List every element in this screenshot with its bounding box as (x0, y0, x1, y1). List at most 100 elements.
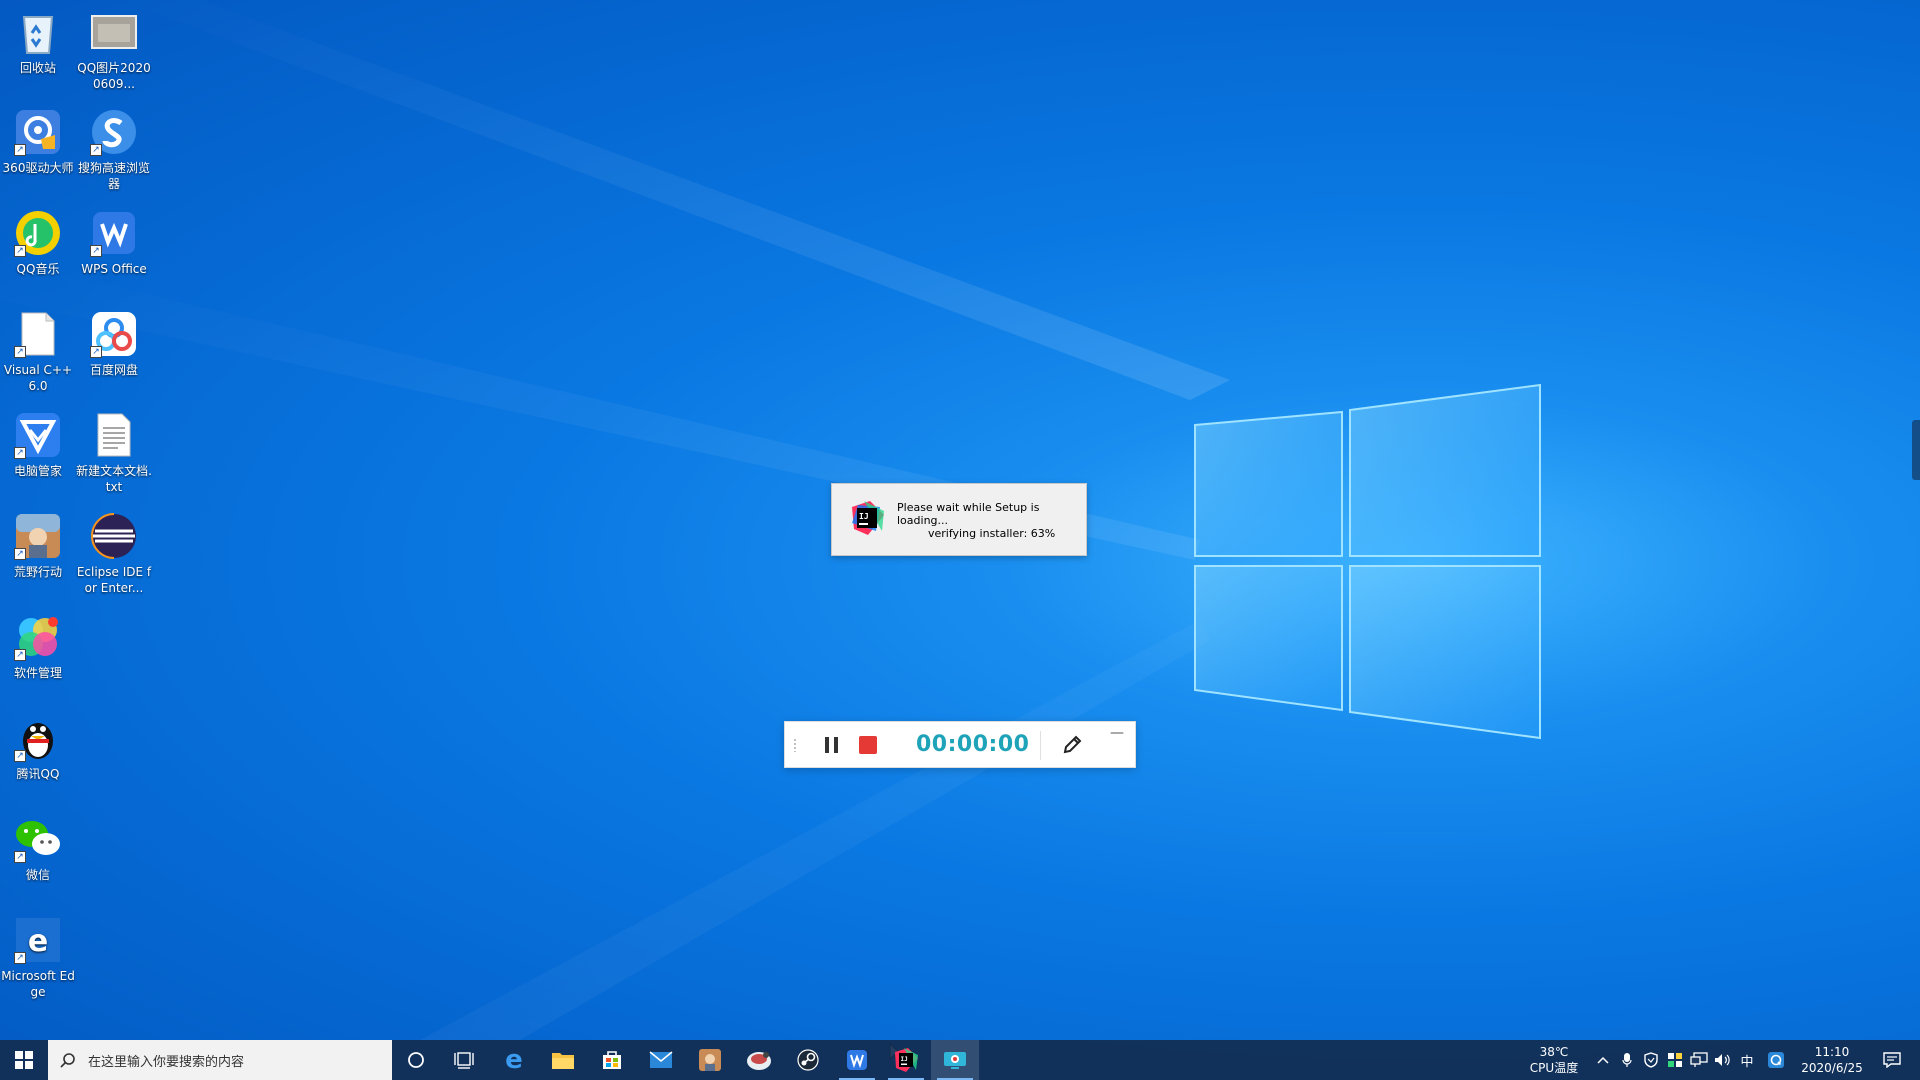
shortcut-arrow-icon: ↗ (14, 952, 26, 964)
cortana-button[interactable] (392, 1040, 440, 1080)
blank-document-icon: ↗ (14, 310, 62, 358)
show-hidden-icons-button[interactable] (1592, 1040, 1614, 1080)
desktop-icon-qq-music[interactable]: ↗ QQ音乐 (0, 209, 76, 277)
microphone-icon (1622, 1053, 1632, 1067)
taskbar-clock[interactable]: 11:10 2020/6/25 (1794, 1040, 1870, 1080)
shortcut-arrow-icon: ↗ (14, 548, 26, 560)
taskbar-wps[interactable] (833, 1040, 881, 1080)
taskbar-file-explorer[interactable] (539, 1040, 587, 1080)
taskbar-app[interactable] (735, 1040, 783, 1080)
desktop-icon-eclipse[interactable]: Eclipse IDE for Enter... (76, 512, 152, 596)
icon-label: Microsoft Edge (1, 969, 75, 999)
cpu-temperature-widget[interactable]: 38℃ CPU温度 (1518, 1040, 1590, 1080)
icon-label: 百度网盘 (89, 363, 138, 377)
tray-app[interactable] (1664, 1040, 1686, 1080)
desktop-icon-qq[interactable]: ↗ 腾讯QQ (0, 714, 76, 782)
edge-icon: e (505, 1045, 523, 1075)
desktop-icon-microsoft-edge[interactable]: e ↗ Microsoft Edge (0, 916, 76, 1000)
game-icon: ↗ (14, 512, 62, 560)
tray-microphone[interactable] (1616, 1040, 1638, 1080)
pause-button[interactable] (822, 735, 842, 755)
divider (1040, 731, 1041, 760)
shortcut-arrow-icon: ↗ (14, 447, 26, 459)
icon-label: 搜狗高速浏览器 (77, 161, 150, 191)
start-button[interactable] (0, 1040, 48, 1080)
tray-volume[interactable] (1712, 1040, 1734, 1080)
setup-progress-text: verifying installer: 63% (928, 527, 1056, 540)
taskbar-intellij[interactable]: IJ (882, 1040, 930, 1080)
desktop-icon-wps-office[interactable]: ↗ WPS Office (76, 209, 152, 277)
desktop-icon-baidu-netdisk[interactable]: ↗ 百度网盘 (76, 310, 152, 378)
cpu-temp-value: 38℃ (1539, 1045, 1569, 1059)
desktop-icon-recycle-bin[interactable]: 回收站 (0, 8, 76, 76)
taskbar-search-box[interactable]: 在这里输入你要搜索的内容 (48, 1040, 392, 1080)
minimize-button[interactable]: — (1110, 726, 1124, 742)
icon-label: Visual C++ 6.0 (3, 363, 73, 393)
taskbar-screen-recorder[interactable] (931, 1040, 979, 1080)
image-file-icon (90, 8, 138, 56)
game-icon (699, 1049, 721, 1071)
tray-network[interactable] (1688, 1040, 1710, 1080)
action-center-button[interactable] (1872, 1040, 1912, 1080)
icon-label: 新建文本文档.txt (76, 464, 152, 494)
qq-music-icon: ↗ (14, 209, 62, 257)
recycle-bin-icon (14, 8, 62, 56)
desktop-icon-software-manager[interactable]: ↗ 软件管理 (0, 613, 76, 681)
network-icon (1690, 1052, 1708, 1067)
annotate-pen-button[interactable] (1061, 734, 1083, 756)
notification-icon (1883, 1052, 1901, 1068)
intellij-logo-icon: IJ (850, 501, 884, 535)
file-explorer-icon (552, 1053, 574, 1069)
icon-label: QQ图片20200609... (77, 61, 151, 91)
qq-tray-icon (1768, 1052, 1784, 1068)
pc-manager-icon: ↗ (14, 411, 62, 459)
taskbar-steam[interactable] (784, 1040, 832, 1080)
drag-handle[interactable] (793, 738, 797, 752)
desktop-icon-sogou-browser[interactable]: ↗ 搜狗高速浏览器 (76, 108, 152, 192)
cpu-temp-label: CPU温度 (1529, 1061, 1579, 1075)
desktop-icon-visual-cpp[interactable]: ↗ Visual C++ 6.0 (0, 310, 76, 394)
taskbar-store[interactable] (588, 1040, 636, 1080)
screen-recorder-icon (944, 1052, 966, 1069)
icon-label: 软件管理 (13, 666, 62, 680)
shortcut-arrow-icon: ↗ (14, 144, 26, 156)
tray-qq[interactable] (1764, 1040, 1788, 1080)
360-driver-icon: ↗ (14, 108, 62, 156)
tray-ime[interactable]: 中 (1736, 1040, 1758, 1080)
sogou-browser-icon: ↗ (90, 108, 138, 156)
edge-icon: e ↗ (14, 916, 62, 964)
speaker-icon (1715, 1054, 1730, 1066)
desktop-icon-game[interactable]: ↗ 荒野行动 (0, 512, 76, 580)
edge-handle[interactable] (1912, 420, 1920, 480)
taskbar-edge[interactable]: e (490, 1040, 538, 1080)
taskbar-mail[interactable] (637, 1040, 685, 1080)
desktop-icon-pc-manager[interactable]: ↗ 电脑管家 (0, 411, 76, 479)
shortcut-arrow-icon: ↗ (14, 346, 26, 358)
clock-date: 2020/6/25 (1801, 1061, 1863, 1075)
shortcut-arrow-icon: ↗ (14, 750, 26, 762)
taskbar-game[interactable] (686, 1040, 734, 1080)
desktop-icon-new-text-doc[interactable]: 新建文本文档.txt (76, 411, 152, 495)
chevron-up-icon (1597, 1056, 1609, 1064)
icon-label: QQ音乐 (16, 262, 60, 276)
icon-label: 腾讯QQ (16, 767, 60, 781)
svg-text:IJ: IJ (859, 512, 869, 521)
store-icon (603, 1051, 621, 1069)
intellij-icon: IJ (895, 1048, 918, 1072)
wps-office-icon: ↗ (90, 209, 138, 257)
tray-security[interactable] (1640, 1040, 1662, 1080)
screen-recorder-toolbar: 00:00:00 — (784, 721, 1136, 768)
stop-button[interactable] (859, 736, 877, 754)
app-tray-icon (1668, 1053, 1682, 1067)
svg-text:e: e (28, 924, 48, 959)
desktop-icon-wechat[interactable]: ↗ 微信 (0, 815, 76, 883)
search-placeholder: 在这里输入你要搜索的内容 (88, 1054, 245, 1070)
icon-label: Eclipse IDE for Enter... (76, 565, 152, 595)
desktop-icon-qq-image[interactable]: QQ图片20200609... (76, 8, 152, 92)
shortcut-arrow-icon: ↗ (90, 245, 102, 257)
qq-penguin-icon: ↗ (14, 714, 62, 762)
desktop-icon-grid: 回收站 QQ图片20200609... ↗ 360驱动大师 ↗ 搜狗高速浏览器 … (0, 0, 160, 1040)
desktop-icon-360-driver[interactable]: ↗ 360驱动大师 (0, 108, 76, 176)
recording-timer: 00:00:00 (916, 732, 1030, 757)
task-view-button[interactable] (440, 1040, 488, 1080)
